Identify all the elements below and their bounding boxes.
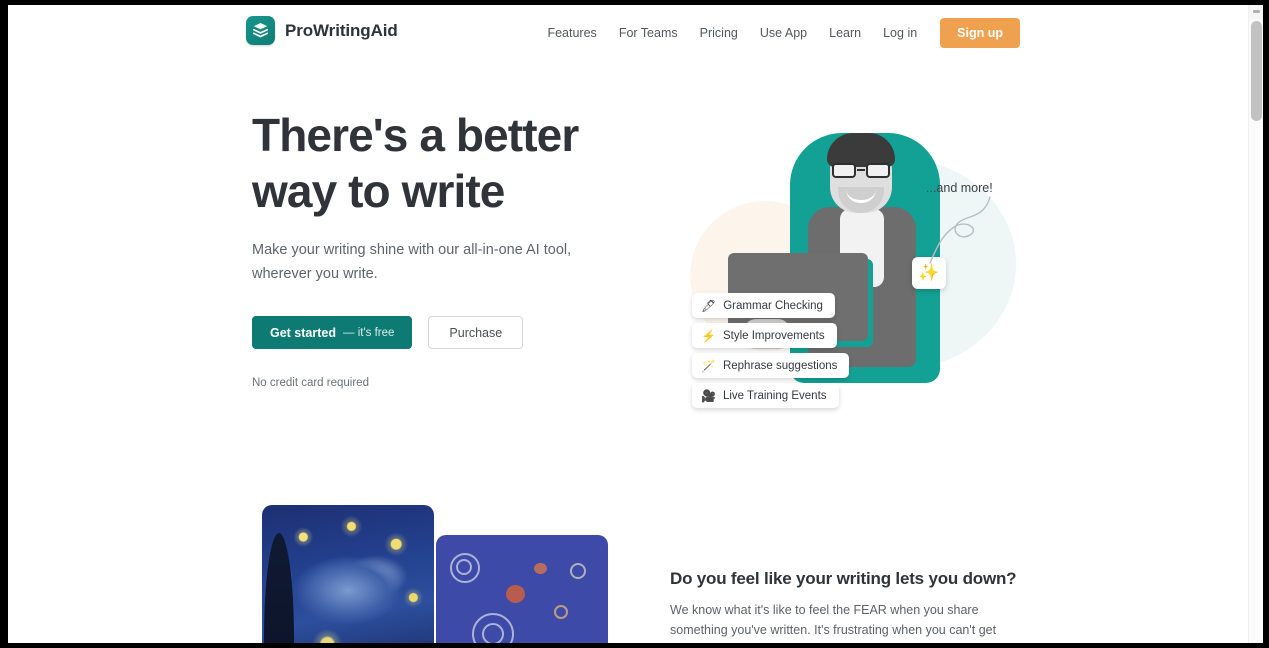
- site-header: ProWritingAid Features For Teams Pricing…: [8, 5, 1248, 61]
- star-decoration: [506, 585, 525, 603]
- star-decoration: [534, 563, 547, 574]
- swirl-decoration: [456, 559, 472, 575]
- page-scrollbar[interactable]: [1248, 5, 1263, 643]
- nav-item-learn[interactable]: Learn: [818, 21, 872, 46]
- nav-item-log-in[interactable]: Log in: [872, 21, 928, 46]
- chip-label: Rephrase suggestions: [722, 359, 838, 372]
- no-credit-card-note: No credit card required: [252, 377, 369, 390]
- hero-subtitle: Make your writing shine with our all-in-…: [252, 242, 572, 282]
- feature-chip-grammar-checking[interactable]: 🖋 Grammar Checking: [692, 293, 835, 318]
- glasses-bridge: [857, 169, 865, 171]
- brand-logo-link[interactable]: ProWritingAid: [246, 16, 398, 45]
- nav-item-pricing[interactable]: Pricing: [689, 21, 749, 46]
- feather-pen-icon: 🖋: [701, 298, 717, 313]
- purchase-button[interactable]: Purchase: [428, 316, 524, 350]
- feature-chip-rephrase-suggestions[interactable]: 🪄 Rephrase suggestions: [692, 353, 850, 378]
- swirl-decoration: [570, 563, 586, 579]
- prowritingaid-logo-icon: [246, 16, 275, 45]
- hero-section: There's a better way to write Make your …: [8, 61, 1248, 481]
- chip-label: Live Training Events: [722, 389, 827, 402]
- hero-cta-group: Get started — it's free Purchase: [252, 316, 652, 350]
- chip-label: Style Improvements: [722, 329, 825, 342]
- hero-illustration: ✨ ...and more! 🖋 Grammar Checking ⚡ Styl…: [668, 105, 1028, 408]
- get-started-label: Get started: [270, 325, 336, 340]
- get-started-button[interactable]: Get started — it's free: [252, 316, 413, 350]
- magic-wand-icon: 🪄: [701, 358, 716, 373]
- section2-artwork: My idea in my head: [254, 503, 608, 643]
- section2-title: Do you feel like your writing lets you d…: [670, 569, 1017, 588]
- hero-title: There's a better way to write: [252, 109, 579, 218]
- cypress-tree: [264, 533, 294, 643]
- main-navigation: Features For Teams Pricing Use App Learn…: [536, 5, 1020, 61]
- scrollbar-thumb[interactable]: [1251, 21, 1262, 121]
- chip-label: Grammar Checking: [723, 299, 823, 312]
- curly-pointer-line: [929, 196, 991, 264]
- writing-lets-you-down-section: My idea in my head Do you feel like your…: [8, 481, 1248, 643]
- sign-up-button[interactable]: Sign up: [940, 17, 1020, 49]
- nav-item-for-teams[interactable]: For Teams: [608, 21, 689, 46]
- get-started-suffix: — it's free: [343, 326, 395, 339]
- browser-viewport: ProWritingAid Features For Teams Pricing…: [8, 5, 1263, 643]
- movie-camera-icon: 🎥: [701, 388, 716, 403]
- scrollbar-up-arrow[interactable]: [1249, 5, 1263, 19]
- glasses-left-lens: [832, 163, 856, 178]
- purple-sketch-card: [436, 535, 608, 643]
- person-hair: [827, 133, 895, 167]
- glasses-icon: [832, 163, 890, 178]
- section2-body: We know what it's like to feel the FEAR …: [670, 603, 997, 638]
- glasses-right-lens: [866, 163, 890, 178]
- swirl-decoration: [482, 623, 504, 643]
- page-content: ProWritingAid Features For Teams Pricing…: [8, 5, 1248, 643]
- feature-chip-style-improvements[interactable]: ⚡ Style Improvements: [692, 323, 837, 348]
- feature-chip-live-training-events[interactable]: 🎥 Live Training Events: [692, 383, 839, 408]
- brand-name: ProWritingAid: [285, 21, 398, 40]
- section2-copy: Do you feel like your writing lets you d…: [670, 569, 1020, 643]
- lightning-bolt-icon: ⚡: [701, 328, 716, 343]
- hero-copy: There's a better way to write Make your …: [252, 107, 652, 389]
- feature-chip-list: 🖋 Grammar Checking ⚡ Style Improvements …: [692, 293, 850, 408]
- swirl-decoration: [554, 605, 568, 619]
- nav-item-use-app[interactable]: Use App: [749, 21, 818, 46]
- starry-night-card: My idea in my head: [262, 505, 434, 643]
- nav-item-features[interactable]: Features: [536, 21, 607, 46]
